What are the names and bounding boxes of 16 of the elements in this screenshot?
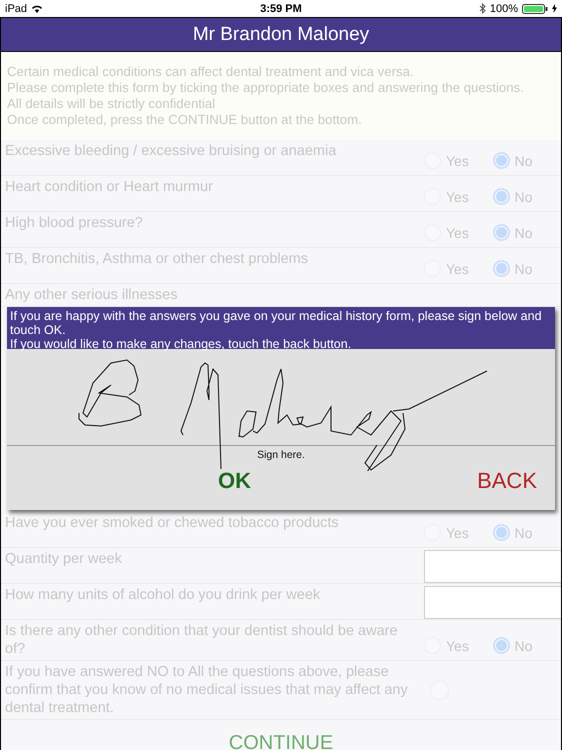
dialog-message: If you would like to make any changes, touch the back button. [10,337,352,351]
patient-title: Mr Brandon Maloney [1,18,561,52]
input-field[interactable] [424,550,561,583]
battery-icon [522,4,548,14]
ok-button[interactable]: OK [212,466,257,496]
battery-percent: 100% [490,2,518,14]
input-field[interactable] [424,586,561,619]
bluetooth-icon [478,3,486,14]
continue-button[interactable]: CONTINUE [220,730,342,750]
device-name: iPad [5,2,28,14]
clock-time: 3:59 PM [260,2,302,14]
dialog-message: If you are happy with the answers you gave on your medical history form, please sign below and touch OK. [10,309,543,337]
back-button[interactable]: BACK [471,466,543,496]
charging-icon [552,4,558,13]
sign-here-hint: Sign here. [256,449,306,461]
wifi-icon [31,4,44,13]
